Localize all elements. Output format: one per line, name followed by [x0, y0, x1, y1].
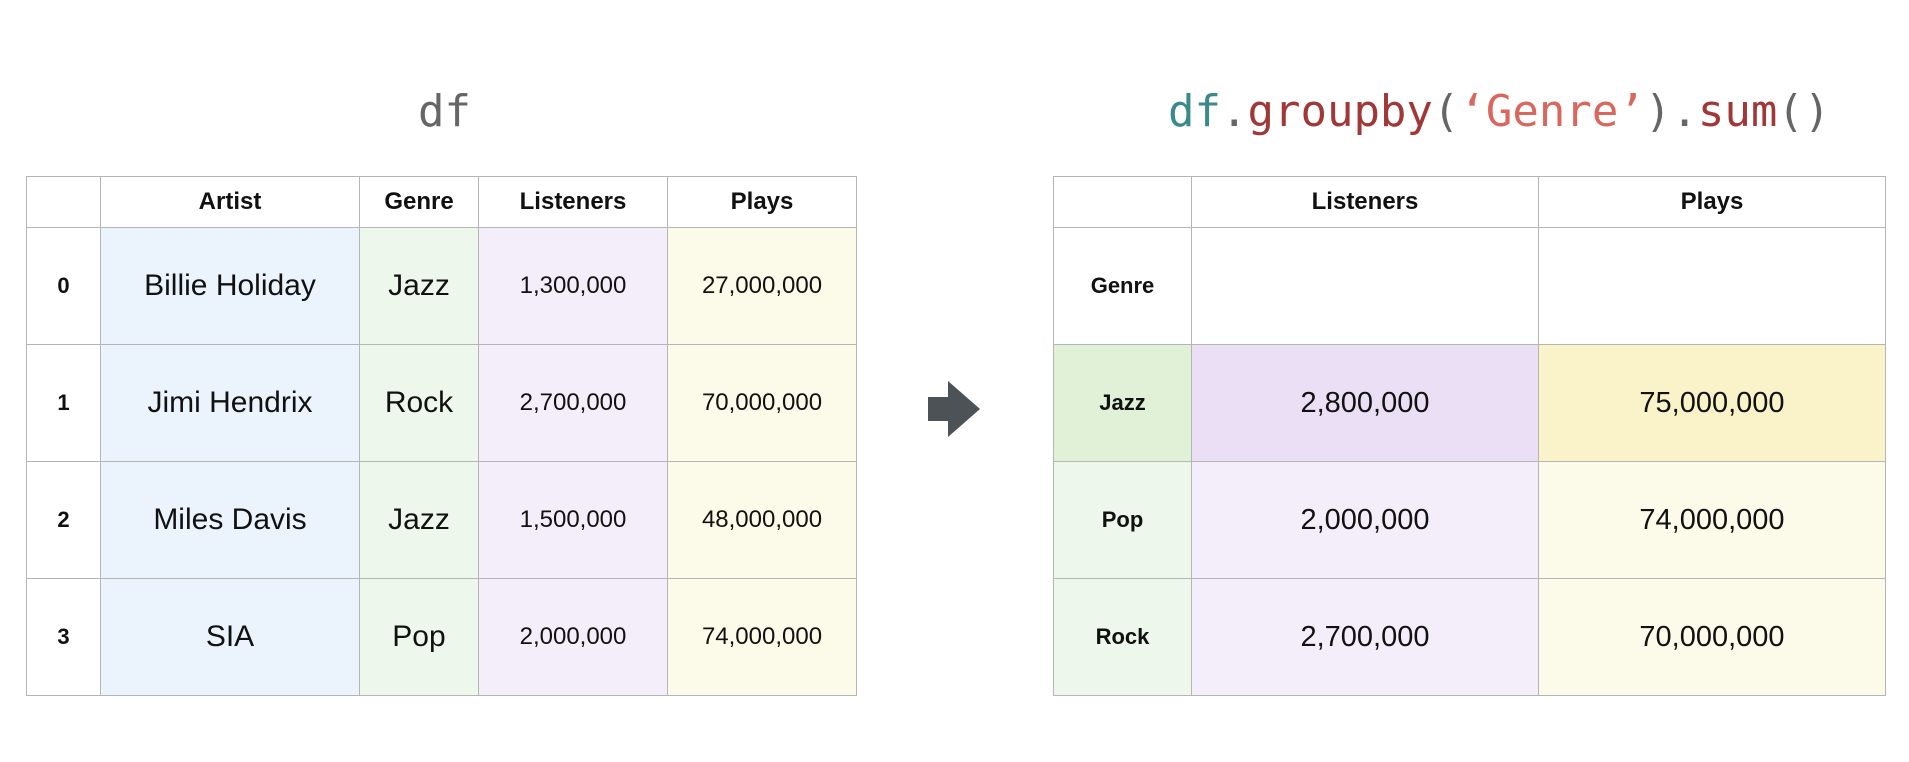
code-sum: sum — [1697, 86, 1778, 137]
table-header-row: Listeners Plays — [1053, 176, 1886, 228]
row-index: 2 — [26, 461, 101, 579]
row-index: 1 — [26, 344, 101, 462]
header-cell-plays: Plays — [1538, 176, 1886, 228]
table-row: 1 Jimi Hendrix Rock 2,700,000 70,000,000 — [26, 344, 857, 462]
artist-cell: SIA — [100, 578, 360, 696]
row-index: 0 — [26, 227, 101, 345]
listeners-cell: 2,000,000 — [478, 578, 668, 696]
header-cell-plays: Plays — [667, 176, 857, 228]
empty-cell — [1538, 227, 1886, 345]
artist-cell: Miles Davis — [100, 461, 360, 579]
plays-cell: 27,000,000 — [667, 227, 857, 345]
header-cell-index — [26, 176, 101, 228]
index-name-row: Genre — [1053, 227, 1886, 345]
plays-cell: 48,000,000 — [667, 461, 857, 579]
listeners-cell: 2,700,000 — [478, 344, 668, 462]
genre-cell: Jazz — [359, 227, 479, 345]
listeners-sum-cell: 2,800,000 — [1191, 344, 1539, 462]
left-table-title: df — [418, 86, 471, 137]
index-name-cell: Genre — [1053, 227, 1192, 345]
grouped-sum-table: Listeners Plays Genre Jazz 2,800,000 75,… — [1053, 176, 1886, 696]
genre-cell: Rock — [359, 344, 479, 462]
table-row: 3 SIA Pop 2,000,000 74,000,000 — [26, 578, 857, 696]
genre-index-cell: Jazz — [1053, 344, 1192, 462]
header-cell-listeners: Listeners — [1191, 176, 1539, 228]
header-cell-listeners: Listeners — [478, 176, 668, 228]
header-cell-genre: Genre — [359, 176, 479, 228]
empty-cell — [1191, 227, 1539, 345]
code-dot: . — [1671, 86, 1698, 137]
code-df: df — [1168, 86, 1221, 137]
table-row: 2 Miles Davis Jazz 1,500,000 48,000,000 — [26, 461, 857, 579]
source-dataframe-table: Artist Genre Listeners Plays 0 Billie Ho… — [26, 176, 857, 696]
row-index: 3 — [26, 578, 101, 696]
plays-sum-cell: 75,000,000 — [1538, 344, 1886, 462]
genre-index-cell: Rock — [1053, 578, 1192, 696]
right-arrow-icon — [928, 381, 980, 437]
right-table-title: df.groupby(‘Genre’).sum() — [1168, 82, 1830, 142]
listeners-sum-cell: 2,700,000 — [1191, 578, 1539, 696]
plays-sum-cell: 70,000,000 — [1538, 578, 1886, 696]
header-cell-artist: Artist — [100, 176, 360, 228]
code-paren-close: ) — [1644, 86, 1672, 137]
header-cell-index — [1053, 176, 1192, 228]
table-row: Pop 2,000,000 74,000,000 — [1053, 461, 1886, 579]
code-paren-open: ( — [1432, 86, 1460, 137]
table-row: 0 Billie Holiday Jazz 1,300,000 27,000,0… — [26, 227, 857, 345]
artist-cell: Jimi Hendrix — [100, 344, 360, 462]
genre-cell: Jazz — [359, 461, 479, 579]
code-dot: . — [1220, 86, 1248, 137]
artist-cell: Billie Holiday — [100, 227, 360, 345]
genre-index-cell: Pop — [1053, 461, 1192, 579]
listeners-cell: 1,300,000 — [478, 227, 668, 345]
code-genre-string: ‘Genre’ — [1459, 86, 1645, 137]
plays-cell: 74,000,000 — [667, 578, 857, 696]
code-groupby: groupby — [1247, 86, 1433, 137]
plays-sum-cell: 74,000,000 — [1538, 461, 1886, 579]
table-row: Rock 2,700,000 70,000,000 — [1053, 578, 1886, 696]
plays-cell: 70,000,000 — [667, 344, 857, 462]
code-call-parens: () — [1777, 86, 1831, 137]
genre-cell: Pop — [359, 578, 479, 696]
table-header-row: Artist Genre Listeners Plays — [26, 176, 857, 228]
table-row: Jazz 2,800,000 75,000,000 — [1053, 344, 1886, 462]
listeners-sum-cell: 2,000,000 — [1191, 461, 1539, 579]
listeners-cell: 1,500,000 — [478, 461, 668, 579]
